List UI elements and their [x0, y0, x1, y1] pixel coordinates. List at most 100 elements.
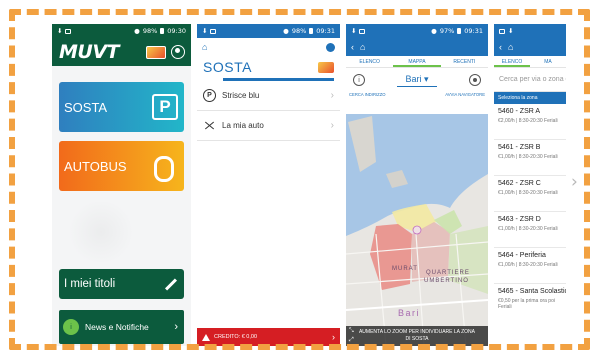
card-icon[interactable]: [146, 45, 166, 59]
autobus-button[interactable]: AUTOBUS: [59, 141, 184, 191]
list-item-strisce-blu[interactable]: P Strisce blu ›: [197, 81, 340, 111]
city-select[interactable]: Bari ▾: [397, 73, 437, 87]
image-notification-icon: [210, 28, 217, 34]
chevron-right-icon: ›: [174, 321, 178, 333]
background-watermark: [66, 202, 136, 262]
news-icon: i: [63, 319, 79, 335]
zone-name: 5464 - Periferia: [498, 252, 546, 259]
status-time: 09:30: [167, 27, 186, 35]
sosta-label: SOSTA: [64, 99, 108, 115]
navigator-link[interactable]: Avvia navigatore: [445, 92, 485, 104]
tab-recenti[interactable]: RECENTI: [441, 56, 488, 67]
back-icon[interactable]: ‹: [499, 42, 502, 52]
image-notification-icon: [359, 28, 366, 34]
zone-price: €1,00/h | 8:30-20:30 Feriali: [498, 190, 558, 196]
card-icon[interactable]: [318, 61, 334, 73]
zone-item[interactable]: 5464 - Periferia €1,00/h | 8:30-20:30 Fe…: [494, 248, 566, 284]
zone-price: €1,00/h | 8:30-20:30 Feriali: [498, 154, 558, 160]
zone-price: €1,00/h | 8:30-20:30 Feriali: [498, 262, 558, 268]
app-bar: ⌂: [197, 38, 340, 56]
info-icon[interactable]: i: [353, 74, 365, 86]
search-address-link[interactable]: Cerca indirizzo: [349, 92, 386, 104]
map-label-murat: MURAT: [392, 266, 418, 272]
home-icon[interactable]: ⌂: [360, 42, 365, 52]
status-bar: ⬇ ● 98% 09:31: [197, 24, 340, 38]
zone-list-header: Seleziona la zona: [494, 92, 566, 104]
tab-mappa[interactable]: MA: [530, 56, 566, 67]
home-icon[interactable]: ⌂: [202, 42, 207, 52]
car-icon: [203, 121, 216, 131]
zone-item[interactable]: 5462 - ZSR C €1,00/h | 8:30-20:30 Ferial…: [494, 176, 566, 212]
ticket-icon: [164, 277, 178, 291]
news-button[interactable]: i News e Notifiche ›: [59, 310, 184, 344]
chevron-right-icon: ›: [330, 120, 334, 131]
page-title: SOSTA: [203, 59, 252, 75]
back-icon[interactable]: ‹: [351, 42, 354, 52]
zone-item[interactable]: 5463 - ZSR D €1,00/h | 8:30-20:30 Ferial…: [494, 212, 566, 248]
parking-circle-icon: P: [203, 89, 216, 102]
status-bar: ⬇ ● 98% 09:30: [57, 27, 186, 35]
tab-bar: ELENCO MAPPA RECENTI: [346, 56, 488, 68]
status-time: 09:31: [464, 27, 483, 35]
user-icon[interactable]: [171, 45, 185, 59]
status-bar: ⬇: [494, 24, 566, 38]
bus-icon: [150, 151, 178, 182]
parking-icon: P: [152, 94, 178, 120]
zone-item[interactable]: 5465 - Santa Scolastica €0,50 per la pri…: [494, 284, 566, 320]
list-item-la-mia-auto[interactable]: La mia auto ›: [197, 111, 340, 141]
collapse-icon[interactable]: ⤢: [349, 337, 354, 344]
home-screen: ⬇ ● 98% 09:30 MUVT SOSTA P AUTOBUS I miei …: [52, 24, 191, 346]
home-icon[interactable]: ⌂: [508, 42, 513, 52]
credit-bar[interactable]: CREDITO: € 0,00 ›: [197, 328, 340, 346]
status-bar: ⬇ ● 97% 09:31: [346, 24, 488, 38]
muvt-logo: MUVT: [59, 41, 120, 63]
tab-elenco[interactable]: ELENCO: [494, 56, 530, 67]
location-icon: ●: [283, 27, 289, 35]
zone-price: €1,00/h | 8:30-20:30 Feriali: [498, 226, 558, 232]
user-icon[interactable]: [326, 42, 335, 52]
locate-icon[interactable]: [469, 74, 481, 86]
battery-icon: [160, 28, 165, 34]
tab-elenco[interactable]: ELENCO: [346, 56, 393, 67]
credit-label: CREDITO: € 0,00: [214, 334, 257, 340]
zone-search-input[interactable]: Cerca per via o zona di: [494, 68, 566, 92]
map-view[interactable]: MURAT QUARTIERE UMBERTINO Bari AUMENTA L…: [346, 114, 488, 346]
image-notification-icon: [499, 28, 505, 34]
map-label-bari: Bari: [398, 308, 421, 318]
zone-name: 5463 - ZSR D: [498, 216, 541, 223]
my-tickets-label: I miei titoli: [64, 278, 116, 290]
location-icon: ●: [134, 27, 140, 35]
tab-mappa[interactable]: MAPPA: [393, 56, 441, 67]
screenshot-collage: ⬇ ● 98% 09:30 MUVT SOSTA P AUTOBUS I miei …: [0, 0, 599, 359]
zoom-hint-text: AUMENTA LO ZOOM PER INDIVIDUARE LA ZONA …: [358, 329, 476, 342]
next-arrow-icon[interactable]: ›: [571, 172, 578, 192]
home-header: ⬇ ● 98% 09:30 MUVT: [52, 24, 191, 66]
map-screen: ⬇ ● 97% 09:31 ‹ ⌂ ELENCO MAPPA RECENTI i B…: [346, 24, 488, 346]
map-label-quartiere: QUARTIERE: [426, 270, 470, 276]
zones-screen: ⬇ ‹ ⌂ ELENCO MA Cerca per via o zona di …: [494, 24, 566, 346]
zone-item[interactable]: 5460 - ZSR A €2,00/h | 8:30-20:30 Ferial…: [494, 104, 566, 140]
my-tickets-button[interactable]: I miei titoli: [59, 269, 184, 299]
list-item-label: Strisce blu: [222, 91, 260, 100]
location-icon: ●: [431, 27, 437, 35]
tab-bar: ELENCO MA: [494, 56, 566, 68]
battery-icon: [309, 28, 314, 34]
news-label: News e Notifiche: [85, 322, 149, 332]
status-time: 09:31: [316, 27, 335, 35]
expand-icon[interactable]: ⤡: [349, 328, 354, 335]
chevron-down-icon: ▾: [424, 73, 429, 84]
warning-icon: [202, 333, 210, 341]
sosta-button[interactable]: SOSTA P: [59, 82, 184, 132]
zone-price: €2,00/h | 8:30-20:30 Feriali: [498, 118, 558, 124]
map-label-umbertino: UMBERTINO: [424, 278, 469, 284]
zone-name: 5465 - Santa Scolastica: [498, 288, 566, 295]
app-bar: ‹ ⌂: [494, 38, 566, 56]
battery-icon: [457, 28, 462, 34]
zone-name: 5461 - ZSR B: [498, 144, 541, 151]
chevron-right-icon: ›: [330, 90, 334, 101]
sosta-screen: ⬇ ● 98% 09:31 ⌂ SOSTA P Strisce blu › La m…: [197, 24, 340, 346]
zone-name: 5462 - ZSR C: [498, 180, 541, 187]
image-notification-icon: [65, 28, 72, 34]
zone-item[interactable]: 5461 - ZSR B €1,00/h | 8:30-20:30 Ferial…: [494, 140, 566, 176]
app-bar: ‹ ⌂: [346, 38, 488, 56]
